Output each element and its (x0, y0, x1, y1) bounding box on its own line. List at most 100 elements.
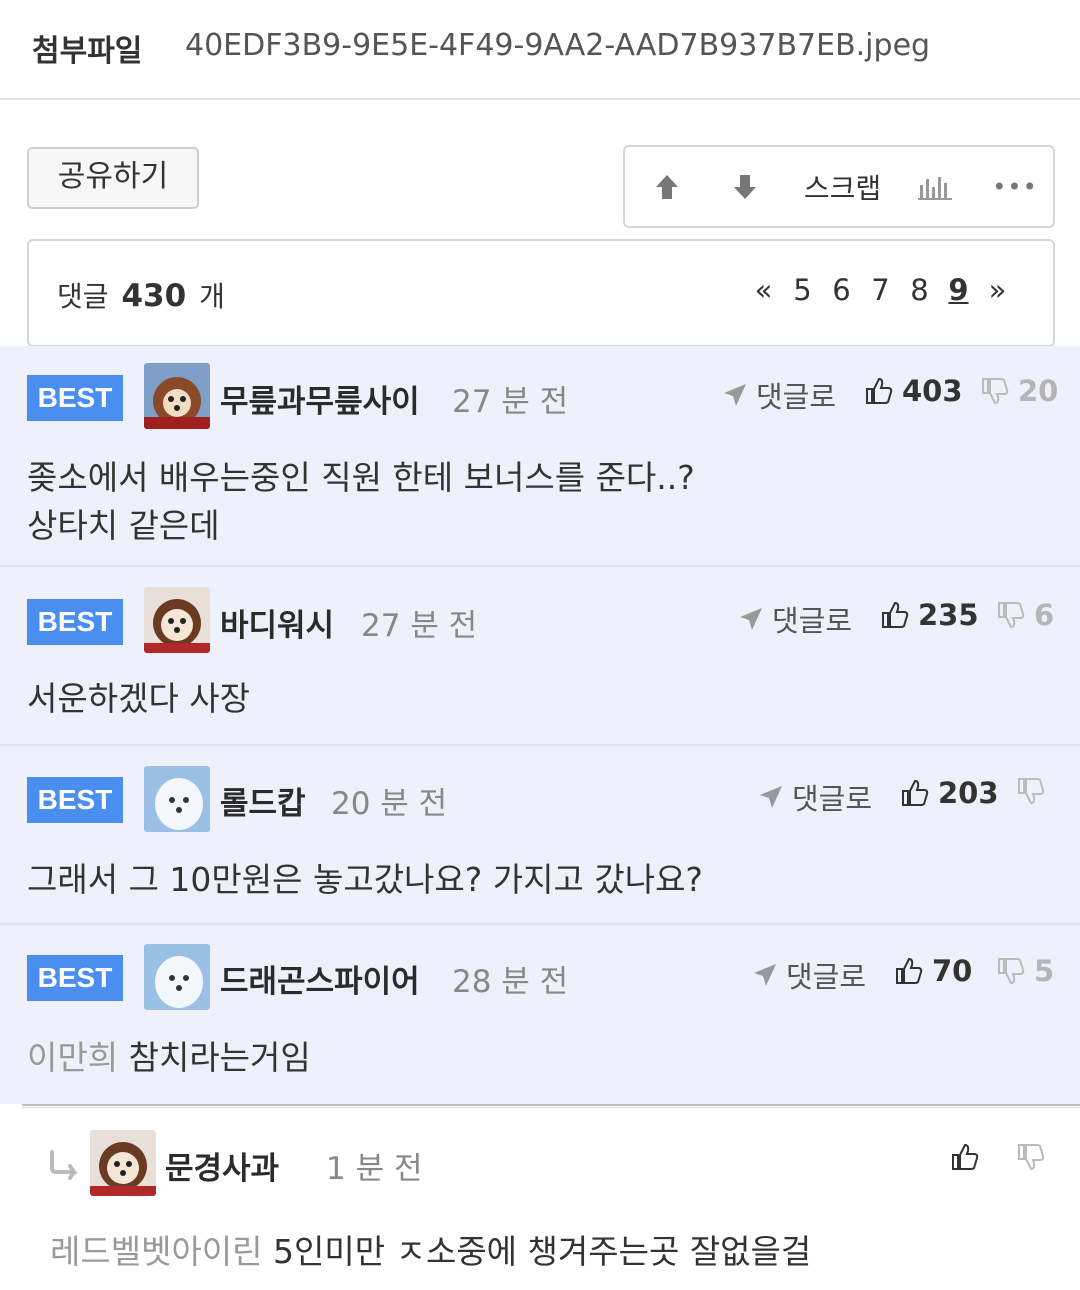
scrap-button[interactable]: 스크랩 (795, 147, 890, 226)
thumbs-up-icon (952, 1143, 979, 1170)
attachment-filename[interactable]: 40EDF3B9-9E5E-4F49-9AA2-AAD7B937B7EB.jpe… (185, 28, 930, 63)
dislike-button[interactable] (1016, 776, 1054, 806)
comment-body: 서운하겠다 사장 (27, 675, 250, 723)
thumbs-up-icon (866, 377, 893, 404)
send-icon (760, 786, 782, 808)
more-icon[interactable]: ••• (992, 147, 1036, 226)
avatar[interactable] (90, 1130, 156, 1196)
comment-line: 참치라는거임 (128, 1038, 311, 1077)
best-comment: BEST 바디워시 27 분 전 댓글로 235 6 서운하겠다 사장 (0, 567, 1080, 746)
comment-count-suffix: 개 (199, 280, 225, 313)
pager-page[interactable]: 8 (900, 273, 939, 307)
like-button[interactable]: 403 (864, 374, 963, 408)
send-icon (724, 384, 746, 406)
dislike-button[interactable]: 20 (980, 374, 1058, 408)
dislike-count: 20 (1018, 374, 1059, 408)
attachment-bar: 첨부파일 40EDF3B9-9E5E-4F49-9AA2-AAD7B937B7E… (0, 0, 1080, 100)
comment-nickname[interactable]: 바디워시 (220, 600, 334, 645)
reply-to-comment-link[interactable]: 댓글로 (738, 598, 852, 640)
send-icon (740, 608, 762, 630)
best-badge: BEST (27, 599, 123, 645)
stats-button[interactable] (915, 147, 957, 226)
comment-line: 서운하겠다 사장 (27, 679, 251, 718)
pager-prev[interactable]: « (744, 273, 783, 307)
like-button[interactable]: 235 (880, 598, 979, 632)
thumbs-up-icon (902, 779, 929, 806)
best-comment: BEST 드래곤스파이어 28 분 전 댓글로 70 5 이만희 참치라는거임 (0, 925, 1080, 1104)
thumbs-down-icon (998, 602, 1025, 629)
thumbs-down-icon (982, 378, 1009, 405)
like-count: 70 (932, 954, 973, 988)
reply-link-label: 댓글로 (756, 380, 837, 414)
pager-page[interactable]: 5 (783, 273, 822, 307)
reply-arrow-icon (50, 1150, 78, 1180)
downvote-button[interactable] (725, 147, 765, 226)
avatar[interactable] (144, 363, 210, 429)
down-arrow-icon (734, 174, 756, 199)
dislike-button[interactable]: 5 (996, 954, 1054, 988)
avatar[interactable] (144, 766, 210, 832)
best-comments: BEST 무릎과무릎사이 27 분 전 댓글로 403 20 좆소에서 배우는중… (0, 346, 1080, 1104)
comment-nickname[interactable]: 문경사과 (165, 1143, 279, 1188)
best-badge: BEST (27, 375, 123, 421)
like-button[interactable] (950, 1142, 980, 1172)
pagination: « 5 6 7 8 9 » (744, 273, 1017, 307)
avatar[interactable] (144, 587, 210, 653)
pager-page-current[interactable]: 9 (939, 273, 978, 307)
dislike-button[interactable]: 6 (996, 598, 1054, 632)
like-count: 203 (938, 776, 999, 810)
thumbs-down-icon (1018, 778, 1045, 805)
comment-line: 그래서 그 10만원은 놓고갔나요? 가지고 갔나요? (27, 860, 703, 899)
best-comment: BEST 무릎과무릎사이 27 분 전 댓글로 403 20 좆소에서 배우는중… (0, 346, 1080, 567)
pager-page[interactable]: 7 (861, 273, 900, 307)
reply-link-label: 댓글로 (792, 782, 873, 816)
comment-nickname[interactable]: 드래곤스파이어 (220, 956, 420, 1001)
comment-line: 좆소에서 배우는중인 직원 한테 보너스를 준다..? (27, 458, 695, 497)
reply-link-label: 댓글로 (772, 604, 853, 638)
best-comment: BEST 롤드캅 20 분 전 댓글로 203 그래서 그 10만원은 놓고갔나… (0, 746, 1080, 925)
comment-body: 그래서 그 10만원은 놓고갔나요? 가지고 갔나요? (27, 856, 703, 904)
reply-link-label: 댓글로 (786, 960, 867, 994)
thumbs-down-icon (998, 958, 1025, 985)
comment-body: 레드벨벳아이린 5인미만 ㅈ소중에 챙겨주는곳 잘없을걸 (50, 1228, 811, 1276)
avatar[interactable] (144, 944, 210, 1010)
thumbs-up-icon (896, 957, 923, 984)
comment-nickname[interactable]: 롤드캅 (220, 778, 306, 823)
dislike-count: 5 (1034, 954, 1055, 988)
pager-page[interactable]: 6 (822, 273, 861, 307)
mention-tag[interactable]: 이만희 (27, 1038, 118, 1077)
bar-chart-icon (918, 176, 952, 200)
comment-time: 1 분 전 (326, 1151, 423, 1187)
comment-nickname[interactable]: 무릎과무릎사이 (220, 376, 420, 421)
comment-line: 상타치 같은데 (27, 506, 220, 545)
send-icon (754, 964, 776, 986)
comment-body: 좆소에서 배우는중인 직원 한테 보너스를 준다..? 상타치 같은데 (27, 454, 695, 550)
like-count: 235 (918, 598, 979, 632)
comment-time: 27 분 전 (452, 384, 569, 420)
comment-count-number: 430 (121, 278, 187, 314)
comment-count-prefix: 댓글 (57, 280, 109, 313)
reply-to-comment-link[interactable]: 댓글로 (752, 954, 866, 996)
reply-to-comment-link[interactable]: 댓글로 (722, 374, 836, 416)
like-button[interactable]: 70 (894, 954, 972, 988)
comment-time: 20 분 전 (331, 786, 448, 822)
share-button[interactable]: 공유하기 (27, 147, 199, 209)
reply-comment: 문경사과 1 분 전 레드벨벳아이린 5인미만 ㅈ소중에 챙겨주는곳 잘없을걸 (0, 1108, 1080, 1290)
up-arrow-icon (656, 174, 678, 199)
like-button[interactable]: 203 (900, 776, 999, 810)
comment-count: 댓글 430 개 (57, 275, 225, 315)
pager-next[interactable]: » (978, 273, 1017, 307)
mention-tag[interactable]: 레드벨벳아이린 (50, 1232, 263, 1271)
best-badge: BEST (27, 777, 123, 823)
comment-line: 5인미만 ㅈ소중에 챙겨주는곳 잘없을걸 (273, 1232, 812, 1271)
comment-time: 28 분 전 (452, 964, 569, 1000)
best-badge: BEST (27, 955, 123, 1001)
reply-to-comment-link[interactable]: 댓글로 (758, 776, 872, 818)
dislike-button[interactable] (1016, 1142, 1046, 1172)
thumbs-up-icon (882, 601, 909, 628)
comment-time: 27 분 전 (361, 608, 478, 644)
upvote-button[interactable] (647, 147, 687, 226)
comment-body: 이만희 참치라는거임 (27, 1034, 311, 1082)
comments-header: 댓글 430 개 « 5 6 7 8 9 » (27, 239, 1055, 347)
dislike-count: 6 (1034, 598, 1055, 632)
